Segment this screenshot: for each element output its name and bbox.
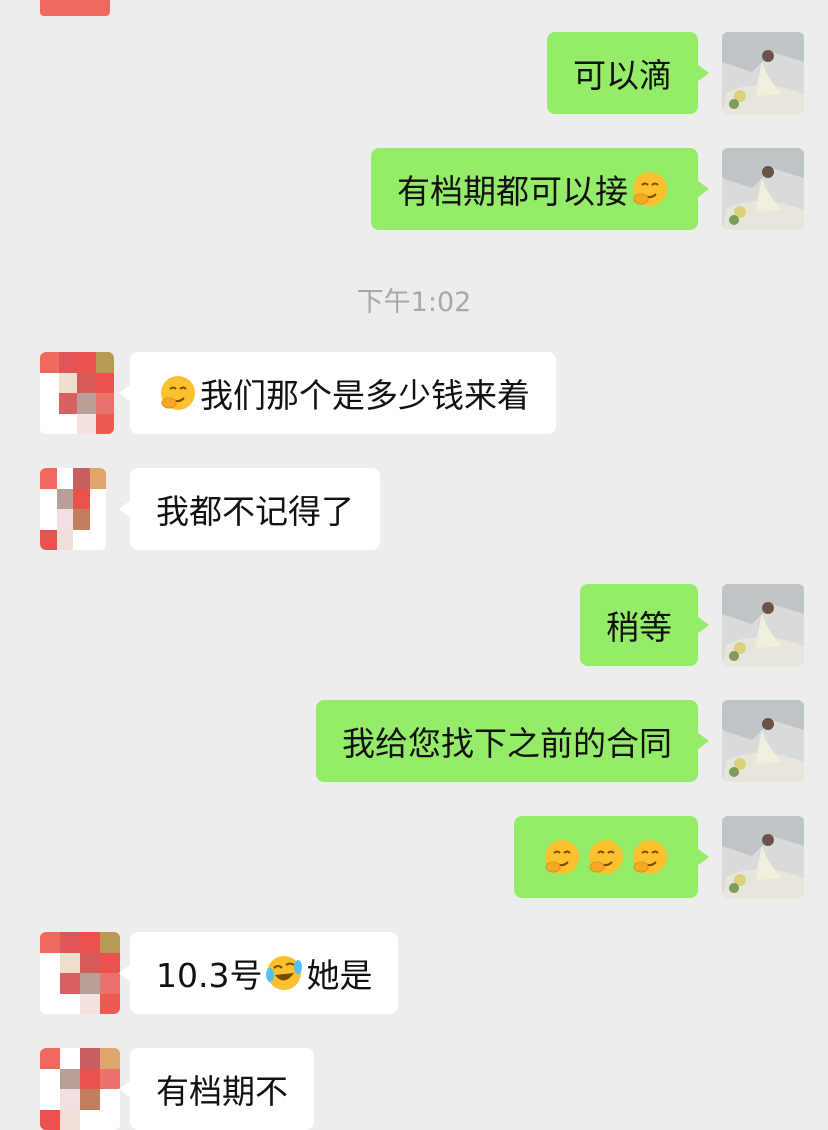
message-text: 我们那个是多少钱来着 <box>200 376 530 415</box>
message-text: 我都不记得了 <box>156 492 354 531</box>
contact-avatar[interactable] <box>40 468 106 550</box>
laughing-crying-emoji <box>264 953 304 993</box>
my-avatar[interactable] <box>722 700 804 782</box>
thinking-smirk-emoji <box>630 837 670 877</box>
message-bubble-incoming[interactable]: 10.3号 她是 <box>118 932 399 1014</box>
message-text: 她是 <box>306 956 373 995</box>
thinking-smirk-emoji <box>542 837 582 877</box>
contact-avatar[interactable] <box>40 932 120 1014</box>
message-bubble-incoming[interactable]: 我们那个是多少钱来着 <box>119 352 556 434</box>
message-bubble-outgoing[interactable]: 有档期都可以接 <box>371 148 709 230</box>
thinking-smirk-emoji <box>630 169 670 209</box>
message-text: 我给您找下之前的合同 <box>342 724 672 763</box>
thinking-smirk-emoji <box>158 373 198 413</box>
contact-avatar[interactable] <box>40 352 114 434</box>
message-text: 可以滴 <box>573 56 672 95</box>
thinking-smirk-emoji <box>586 837 626 877</box>
message-bubble-incoming[interactable]: 我都不记得了 <box>119 468 380 550</box>
message-text: 10.3号 <box>156 956 263 995</box>
message-bubble-outgoing[interactable]: 我给您找下之前的合同 <box>316 700 709 782</box>
contact-avatar-partial[interactable] <box>40 0 110 16</box>
message-bubble-outgoing[interactable]: 稍等 <box>580 584 709 666</box>
message-bubble-outgoing[interactable] <box>514 816 709 898</box>
my-avatar[interactable] <box>722 816 804 898</box>
my-avatar[interactable] <box>722 148 804 230</box>
my-avatar[interactable] <box>722 584 804 666</box>
message-bubble-outgoing[interactable]: 可以滴 <box>547 32 709 114</box>
chat-timestamp: 下午1:02 <box>356 287 472 318</box>
message-text: 有档期都可以接 <box>397 172 628 211</box>
my-avatar[interactable] <box>722 32 804 114</box>
message-text: 稍等 <box>606 608 672 647</box>
contact-avatar[interactable] <box>40 1048 120 1130</box>
message-text: 有档期不 <box>156 1072 288 1111</box>
message-bubble-incoming[interactable]: 有档期不 <box>119 1048 314 1130</box>
